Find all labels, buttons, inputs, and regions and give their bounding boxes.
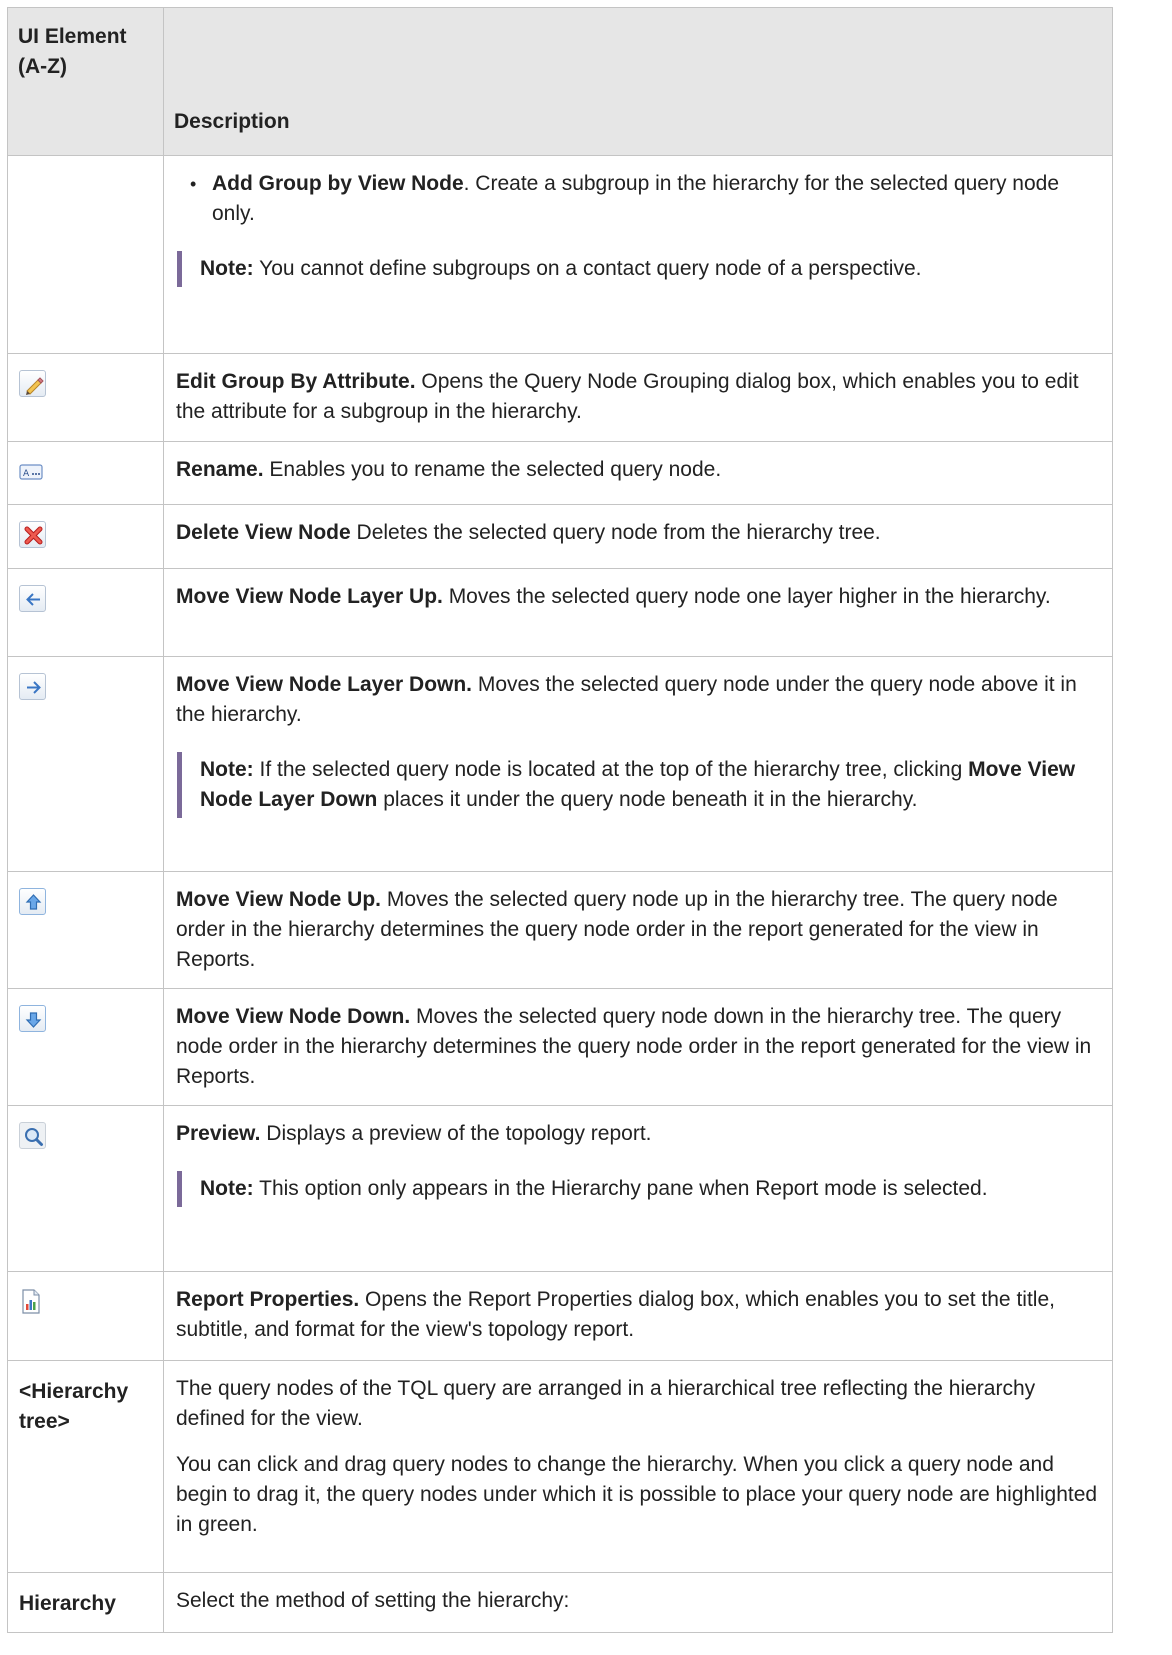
- element-title: Move View Node Layer Up.: [176, 585, 443, 608]
- note-label: Note:: [200, 257, 254, 280]
- bullet-list: Add Group by View Node. Create a subgrou…: [176, 169, 1098, 229]
- element-title: Delete View Node: [176, 521, 351, 544]
- note-label: Note:: [200, 758, 254, 781]
- element-cell: [7, 1105, 164, 1272]
- element-name: <Hierarchy tree>: [19, 1380, 129, 1433]
- description-cell: Select the method of setting the hierarc…: [163, 1572, 1113, 1633]
- table-row: Move View Node Layer Up. Moves the selec…: [7, 568, 1113, 657]
- table-row: Add Group by View Node. Create a subgrou…: [7, 155, 1113, 354]
- description-cell: Move View Node Down. Moves the selected …: [163, 988, 1113, 1106]
- description-cell: Move View Node Up. Moves the selected qu…: [163, 871, 1113, 989]
- bullet-title: Add Group by View Node: [212, 172, 464, 195]
- arrow-down-icon: [19, 1005, 46, 1032]
- element-cell-empty: [7, 155, 164, 354]
- description-paragraph: The query nodes of the TQL query are arr…: [176, 1377, 1036, 1430]
- element-title: Report Properties.: [176, 1288, 360, 1311]
- table-row: Move View Node Layer Down. Moves the sel…: [7, 656, 1113, 872]
- note-label: Note:: [200, 1177, 254, 1200]
- column-header-description: Description: [163, 7, 1113, 156]
- element-cell: [7, 504, 164, 569]
- magnifier-icon: [19, 1122, 46, 1149]
- description-cell: Move View Node Layer Up. Moves the selec…: [163, 568, 1113, 657]
- description-paragraph: Select the method of setting the hierarc…: [176, 1589, 570, 1612]
- element-cell: [7, 568, 164, 657]
- table-header-row: UI Element (A-Z) Description: [7, 7, 1113, 156]
- table-row: Move View Node Down. Moves the selected …: [7, 988, 1113, 1106]
- element-name: Hierarchy: [19, 1592, 116, 1615]
- table-row: Report Properties. Opens the Report Prop…: [7, 1271, 1113, 1361]
- element-title: Move View Node Layer Down.: [176, 673, 473, 696]
- pencil-icon: [19, 370, 46, 397]
- table-row: Edit Group By Attribute. Opens the Query…: [7, 353, 1113, 442]
- element-cell: [7, 871, 164, 989]
- arrow-left-icon: [19, 585, 46, 612]
- element-title: Rename.: [176, 458, 264, 481]
- table-row: <Hierarchy tree> The query nodes of the …: [7, 1360, 1113, 1573]
- note-text: You cannot define subgroups on a contact…: [253, 257, 922, 280]
- arrow-up-icon: [19, 888, 46, 915]
- description-cell: Rename. Enables you to rename the select…: [163, 441, 1113, 505]
- element-description: Displays a preview of the topology repor…: [260, 1122, 652, 1145]
- ui-elements-table: UI Element (A-Z) Description Add Group b…: [7, 7, 1113, 1633]
- element-cell: A: [7, 441, 164, 505]
- element-title: Move View Node Up.: [176, 888, 381, 911]
- description-cell: The query nodes of the TQL query are arr…: [163, 1360, 1113, 1573]
- element-cell: <Hierarchy tree>: [7, 1360, 164, 1573]
- table-row: A Rename. Enables you to rename the sele…: [7, 441, 1113, 505]
- element-cell: [7, 1271, 164, 1361]
- element-cell: [7, 353, 164, 442]
- note-text: places it under the query node beneath i…: [377, 788, 918, 811]
- description-paragraph: You can click and drag query nodes to ch…: [176, 1453, 1098, 1536]
- description-cell: Add Group by View Node. Create a subgrou…: [163, 155, 1113, 354]
- description-cell: Preview. Displays a preview of the topol…: [163, 1105, 1113, 1272]
- element-description: Enables you to rename the selected query…: [263, 458, 722, 481]
- element-title: Preview.: [176, 1122, 261, 1145]
- element-description: Deletes the selected query node from the…: [350, 521, 881, 544]
- element-description: Moves the selected query node one layer …: [442, 585, 1051, 608]
- element-title: Edit Group By Attribute.: [176, 370, 416, 393]
- description-cell: Move View Node Layer Down. Moves the sel…: [163, 656, 1113, 872]
- note-text: If the selected query node is located at…: [253, 758, 969, 781]
- delete-icon: [19, 521, 46, 548]
- table-row: Hierarchy Select the method of setting t…: [7, 1572, 1113, 1633]
- element-cell: [7, 988, 164, 1106]
- column-header-ui-element: UI Element (A-Z): [7, 7, 164, 156]
- element-title: Move View Node Down.: [176, 1005, 411, 1028]
- element-cell: Hierarchy: [7, 1572, 164, 1633]
- svg-text:A: A: [23, 469, 30, 479]
- rename-icon: A: [19, 462, 44, 482]
- description-cell: Report Properties. Opens the Report Prop…: [163, 1271, 1113, 1361]
- arrow-right-icon: [19, 673, 46, 700]
- note-block: Note: If the selected query node is loca…: [177, 752, 1098, 818]
- description-cell: Delete View Node Deletes the selected qu…: [163, 504, 1113, 569]
- element-cell: [7, 656, 164, 872]
- note-block: Note: This option only appears in the Hi…: [177, 1171, 1098, 1207]
- report-icon: [19, 1288, 43, 1315]
- table-row: Move View Node Up. Moves the selected qu…: [7, 871, 1113, 989]
- table-row: Delete View Node Deletes the selected qu…: [7, 504, 1113, 569]
- note-block: Note: You cannot define subgroups on a c…: [177, 251, 1098, 287]
- description-cell: Edit Group By Attribute. Opens the Query…: [163, 353, 1113, 442]
- note-text: This option only appears in the Hierarch…: [253, 1177, 988, 1200]
- table-row: Preview. Displays a preview of the topol…: [7, 1105, 1113, 1272]
- list-item: Add Group by View Node. Create a subgrou…: [176, 169, 1098, 229]
